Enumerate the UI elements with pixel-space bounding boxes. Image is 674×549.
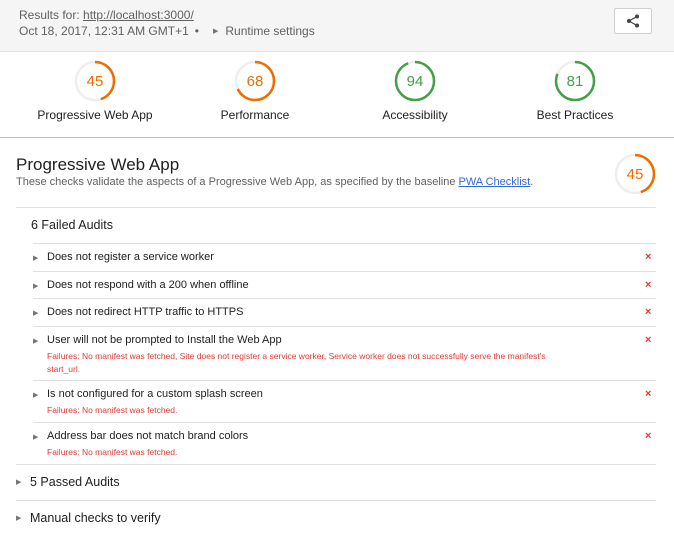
manual-checks-toggle[interactable]: ▶ Manual checks to verify: [16, 511, 161, 525]
gauge-ring: 94: [394, 60, 436, 102]
divider: [16, 207, 656, 208]
audit-title: Is not configured for a custom splash sc…: [47, 388, 263, 400]
fail-icon: ×: [645, 279, 652, 291]
fail-icon: ×: [645, 306, 652, 318]
divider: [33, 380, 656, 381]
expand-arrow-icon[interactable]: ▶: [33, 282, 38, 290]
gauge-label: Performance: [220, 108, 290, 122]
audit-failure-details: Failures: No manifest was fetched, Site …: [47, 351, 546, 374]
divider: [16, 500, 656, 501]
divider: [33, 271, 656, 272]
run-meta: Oct 18, 2017, 12:31 AM GMT+1 • ▶ Runtime…: [19, 24, 315, 38]
gauge-score: 94: [407, 73, 424, 90]
results-label: Results for:: [19, 8, 80, 22]
fail-icon: ×: [645, 430, 652, 442]
score-gauges: 45 Progressive Web App 68 Performance 94…: [0, 52, 674, 138]
gauge-score: 68: [247, 73, 264, 90]
gauge-performance[interactable]: 68 Performance: [175, 60, 335, 122]
passed-audits-title: 5 Passed Audits: [30, 475, 120, 489]
meta-separator: •: [194, 24, 199, 38]
divider: [33, 243, 656, 244]
category-description-text: These checks validate the aspects of a P…: [16, 176, 456, 188]
pwa-checklist-link[interactable]: PWA Checklist: [459, 176, 531, 188]
category-score: 45: [627, 166, 644, 183]
gauge-ring: 81: [554, 60, 596, 102]
passed-audits-toggle[interactable]: ▶ 5 Passed Audits: [16, 475, 120, 489]
divider: [33, 298, 656, 299]
gauge-label: Progressive Web App: [37, 108, 153, 122]
expand-arrow-icon[interactable]: ▶: [16, 478, 30, 486]
manual-checks-title: Manual checks to verify: [30, 511, 161, 525]
gauge-ring: 68: [234, 60, 276, 102]
divider: [16, 464, 656, 465]
audit-title: Address bar does not match brand colors: [47, 430, 249, 442]
fail-icon: ×: [645, 388, 652, 400]
gauge-score: 45: [87, 73, 104, 90]
results-for: Results for: http://localhost:3000/: [19, 8, 194, 22]
expand-arrow-icon[interactable]: ▶: [33, 254, 38, 262]
divider: [33, 422, 656, 423]
fail-icon: ×: [645, 251, 652, 263]
category-description: These checks validate the aspects of a P…: [16, 176, 533, 188]
share-icon: [627, 14, 639, 28]
audit-failure-details: Failures: No manifest was fetched.: [47, 447, 178, 457]
share-button[interactable]: [614, 8, 652, 34]
gauge-label: Best Practices: [536, 108, 614, 122]
gauge-ring: 45: [74, 60, 116, 102]
expand-arrow-icon[interactable]: ▶: [33, 391, 38, 399]
expand-arrow-icon[interactable]: ▶: [33, 309, 38, 317]
description-period: .: [530, 176, 534, 188]
gauge-best-practices[interactable]: 81 Best Practices: [495, 60, 655, 122]
category-title: Progressive Web App: [16, 155, 180, 174]
divider: [33, 326, 656, 327]
gauge-accessibility[interactable]: 94 Accessibility: [335, 60, 495, 122]
run-timestamp: Oct 18, 2017, 12:31 AM GMT+1: [19, 24, 189, 38]
failed-audits-title: 6 Failed Audits: [31, 218, 113, 232]
tested-url-link[interactable]: http://localhost:3000/: [83, 8, 194, 22]
audit-title: Does not register a service worker: [47, 251, 214, 263]
expand-arrow-icon[interactable]: ▶: [33, 433, 38, 441]
gauge-label: Accessibility: [382, 108, 448, 122]
category-ring: 45: [614, 153, 656, 195]
failed-audits-heading: 6 Failed Audits: [31, 218, 113, 232]
audit-title: Does not respond with a 200 when offline: [47, 279, 249, 291]
audit-title: Does not redirect HTTP traffic to HTTPS: [47, 306, 244, 318]
audit-failure-details: Failures: No manifest was fetched.: [47, 405, 178, 415]
expand-arrow-icon[interactable]: ▶: [33, 337, 38, 345]
gauge-score: 81: [567, 73, 584, 90]
report-header: Results for: http://localhost:3000/ Oct …: [0, 0, 674, 52]
category-score-gauge: 45: [614, 153, 656, 200]
runtime-expand-icon[interactable]: ▶: [213, 27, 218, 35]
audit-title: User will not be prompted to Install the…: [47, 334, 282, 346]
gauge-pwa[interactable]: 45 Progressive Web App: [15, 60, 175, 122]
expand-arrow-icon[interactable]: ▶: [16, 514, 30, 522]
fail-icon: ×: [645, 334, 652, 346]
runtime-settings-toggle[interactable]: Runtime settings: [225, 24, 314, 38]
